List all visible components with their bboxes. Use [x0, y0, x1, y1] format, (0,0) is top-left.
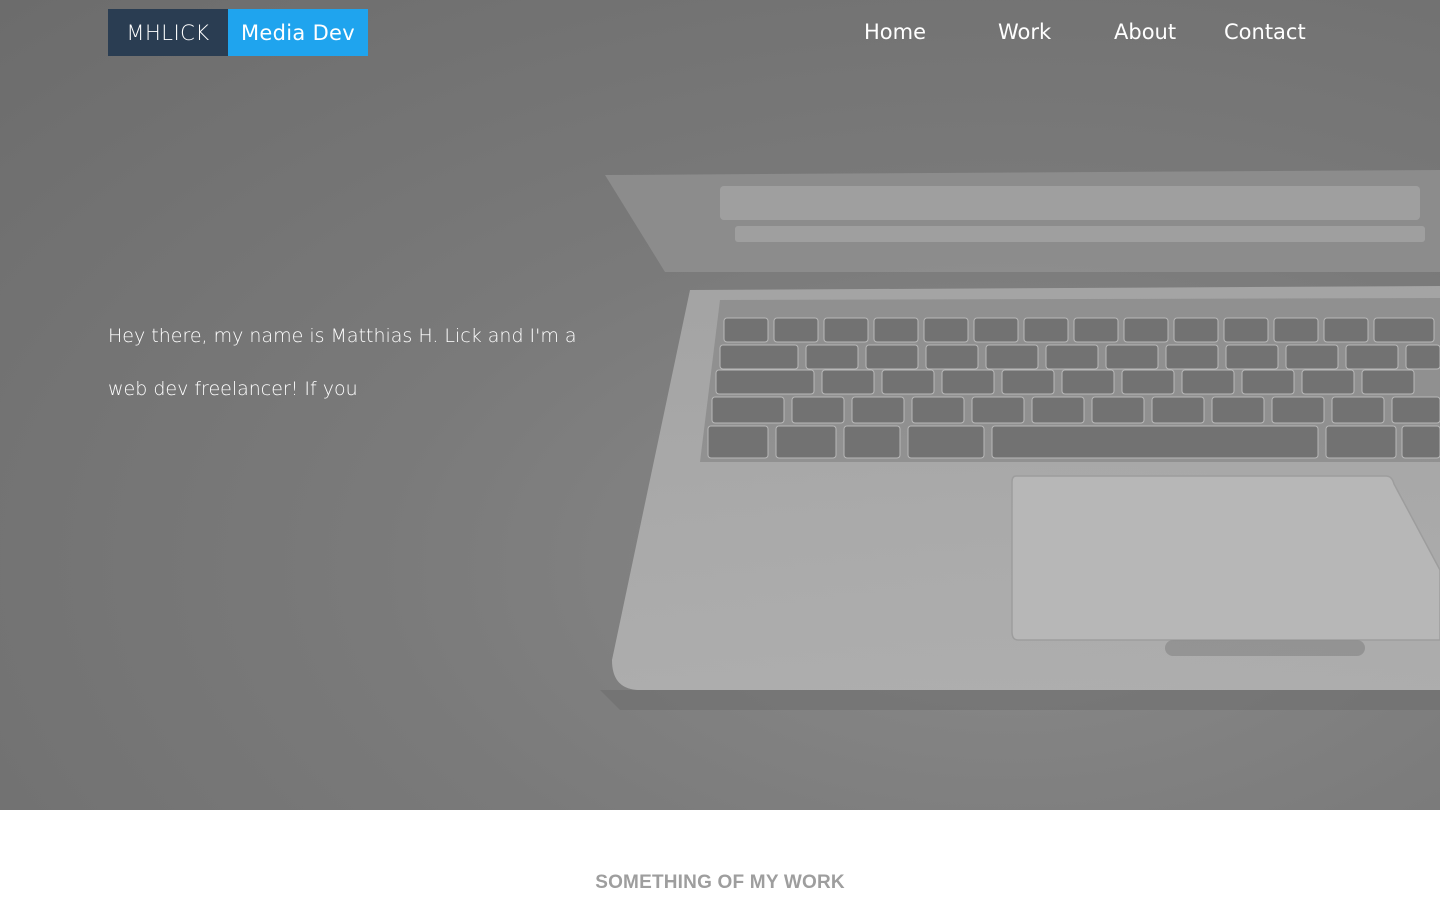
nav-contact-link[interactable]: Contact [1224, 16, 1306, 48]
main-nav: Home Work About Contact [0, 16, 1440, 50]
hero-section: MHLICK Media Dev Home Work About Contact… [0, 0, 1440, 810]
nav-about-link[interactable]: About [1114, 16, 1176, 48]
hero-intro-text: Hey there, my name is Matthias H. Lick a… [108, 325, 577, 400]
nav-work-link[interactable]: Work [998, 16, 1051, 48]
work-section-title: SOMETHING OF MY WORK [595, 872, 845, 893]
nav-home-link[interactable]: Home [864, 16, 926, 48]
